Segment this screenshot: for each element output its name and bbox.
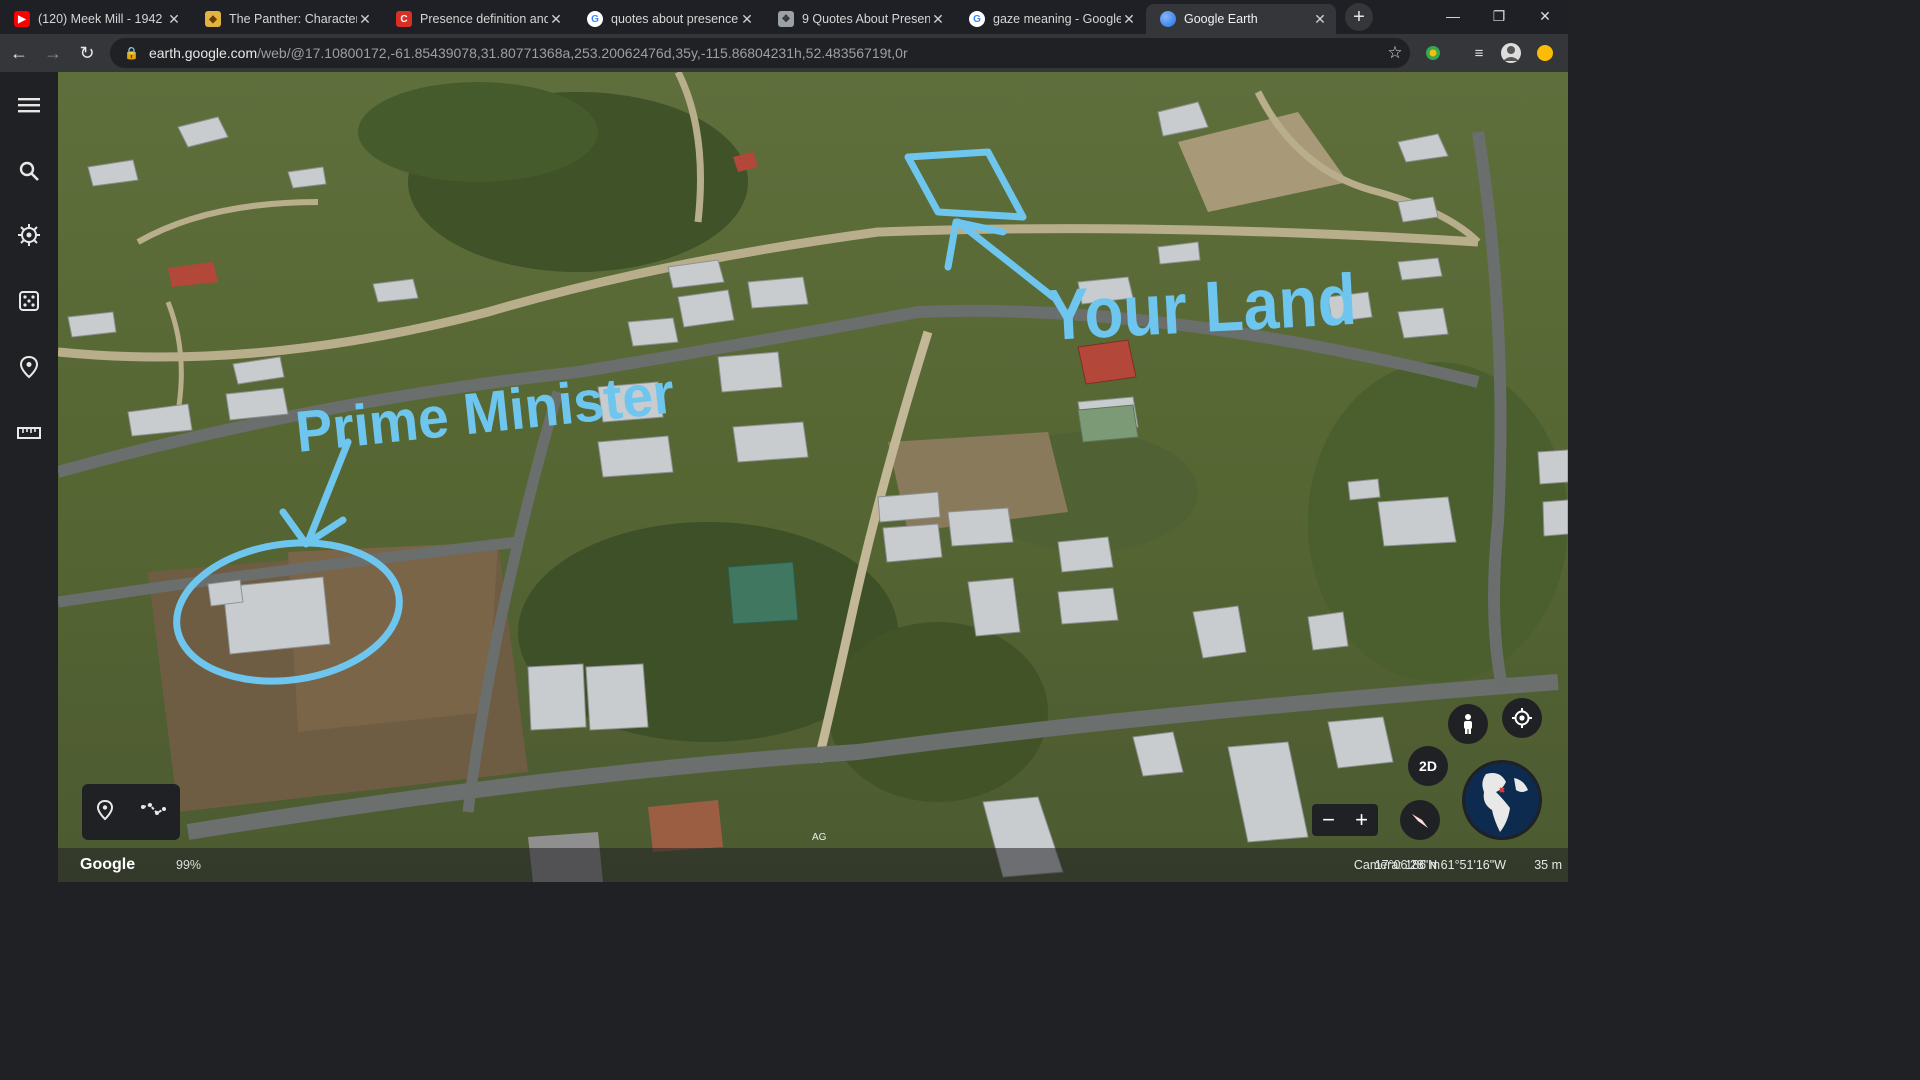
- tab-title: gaze meaning - Google: [993, 12, 1121, 26]
- zoom-in-button[interactable]: +: [1345, 804, 1378, 836]
- location-target-icon: [1512, 708, 1532, 728]
- zoom-controls: − +: [1312, 804, 1378, 836]
- projects-icon[interactable]: [14, 352, 44, 382]
- tab-title: The Panther: Character: [229, 12, 357, 26]
- media-control-icon[interactable]: ≡: [1466, 40, 1492, 66]
- placemark-toolbox: [82, 784, 180, 840]
- notification-icon[interactable]: [1532, 40, 1558, 66]
- search-icon[interactable]: [14, 156, 44, 186]
- load-progress-text: 99%: [176, 858, 202, 872]
- pegman-street-view-button[interactable]: [1448, 704, 1488, 744]
- imagery-attribution: AG: [812, 832, 827, 843]
- menu-icon[interactable]: [14, 90, 44, 120]
- voyager-icon[interactable]: [14, 220, 44, 250]
- view-mode-toggle[interactable]: 2D: [1408, 746, 1448, 786]
- measure-ruler-icon[interactable]: [14, 418, 44, 448]
- close-icon[interactable]: ✕: [1312, 11, 1328, 28]
- tab-panther[interactable]: ◆ The Panther: Character ✕: [191, 4, 381, 34]
- google-logo: Google: [80, 856, 136, 873]
- compass-button[interactable]: [1400, 800, 1440, 840]
- close-icon[interactable]: ✕: [166, 11, 182, 28]
- close-icon[interactable]: ✕: [930, 11, 946, 28]
- restore-icon[interactable]: ❐: [1476, 0, 1522, 32]
- collins-icon: C: [396, 11, 412, 27]
- browser-toolbar: ← → ↻ 🔒 earth.google.com/web/@17.1080017…: [0, 34, 1568, 72]
- status-bar: Google 99% Camera: 186 m 17°06'28"N 61°5…: [58, 848, 1568, 882]
- annotation-label-your-land: Your Land: [1045, 260, 1359, 356]
- reload-icon[interactable]: ↻: [72, 38, 102, 68]
- view-mode-label: 2D: [1419, 758, 1437, 774]
- tab-gaze-meaning[interactable]: G gaze meaning - Google ✕: [955, 4, 1145, 34]
- avatar[interactable]: [1498, 40, 1524, 66]
- add-placemark-icon[interactable]: [95, 799, 115, 826]
- bookmark-icon: ◆: [205, 11, 221, 27]
- tab-google-earth[interactable]: Google Earth ✕: [1146, 4, 1336, 34]
- tab-title: 9 Quotes About Presen: [802, 12, 930, 26]
- tab-title: (120) Meek Mill - 1942 F: [38, 12, 166, 26]
- tab-quotes-presence[interactable]: G quotes about presence ✕: [573, 4, 763, 34]
- earth-icon: [1160, 11, 1176, 27]
- draw-path-icon[interactable]: [141, 801, 167, 824]
- bookmark-star-icon[interactable]: ☆: [1380, 43, 1410, 63]
- tab-9-quotes[interactable]: ❖ 9 Quotes About Presen ✕: [764, 4, 954, 34]
- url-text[interactable]: earth.google.com/web/@17.10800172,-61.85…: [149, 45, 1380, 61]
- google-icon: G: [969, 11, 985, 27]
- satellite-imagery: Prime Minister Your Land: [58, 72, 1568, 882]
- tab-title: Google Earth: [1184, 12, 1258, 26]
- coordinates-text: 17°06'28"N 61°51'16"W: [1374, 858, 1506, 872]
- my-location-button[interactable]: [1502, 698, 1542, 738]
- tab-strip: ▶ (120) Meek Mill - 1942 F ✕ ◆ The Panth…: [0, 0, 1568, 34]
- close-window-icon[interactable]: ✕: [1522, 0, 1568, 32]
- lock-icon: 🔒: [124, 46, 139, 60]
- earth-map-view[interactable]: Prime Minister Your Land: [58, 72, 1568, 882]
- left-nav-rail: [0, 72, 58, 882]
- close-icon[interactable]: ✕: [1121, 11, 1137, 28]
- tab-title: quotes about presence: [611, 12, 739, 26]
- close-icon[interactable]: ✕: [357, 11, 373, 28]
- compass-icon: [1412, 814, 1428, 828]
- globe-minimap[interactable]: [1462, 760, 1542, 840]
- close-icon[interactable]: ✕: [739, 11, 755, 28]
- close-icon[interactable]: ✕: [548, 11, 564, 28]
- google-icon: G: [587, 11, 603, 27]
- page-icon: ❖: [778, 11, 794, 27]
- zoom-out-button[interactable]: −: [1312, 804, 1345, 836]
- globe-icon: [1465, 763, 1539, 837]
- back-icon[interactable]: ←: [4, 38, 34, 68]
- ground-altitude-text: 35 m: [1534, 858, 1562, 872]
- tab-presence-definition[interactable]: C Presence definition and ✕: [382, 4, 572, 34]
- tab-title: Presence definition and: [420, 12, 548, 26]
- extension-icon[interactable]: [1420, 40, 1446, 66]
- address-bar[interactable]: 🔒 earth.google.com/web/@17.10800172,-61.…: [110, 38, 1410, 68]
- pegman-icon: [1464, 714, 1472, 734]
- tab-youtube[interactable]: ▶ (120) Meek Mill - 1942 F ✕: [0, 4, 190, 34]
- window-controls: ― ❐ ✕: [1430, 0, 1568, 32]
- minimize-icon[interactable]: ―: [1430, 0, 1476, 32]
- youtube-icon: ▶: [14, 11, 30, 27]
- new-tab-button[interactable]: +: [1345, 3, 1373, 31]
- feeling-lucky-dice-icon[interactable]: [14, 286, 44, 316]
- forward-icon[interactable]: →: [38, 38, 68, 68]
